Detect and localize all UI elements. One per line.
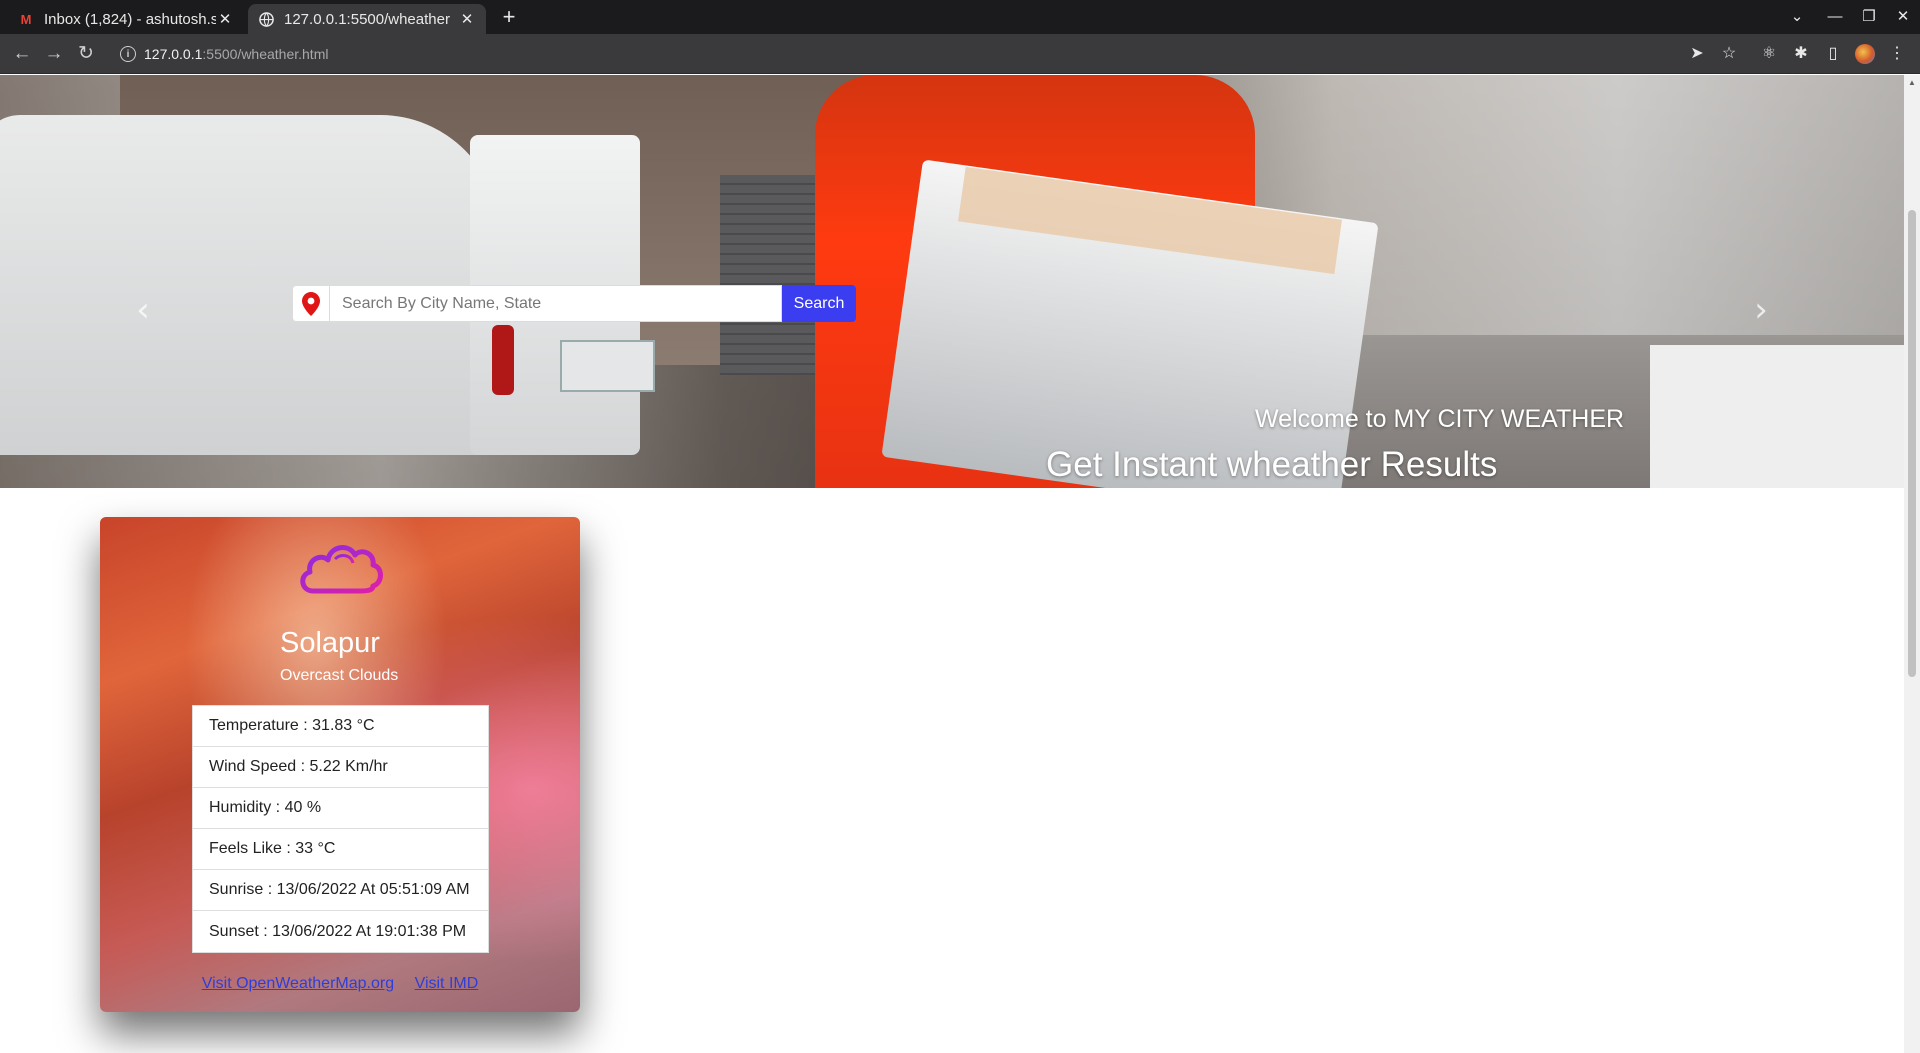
carousel-prev-icon[interactable]: ‹	[128, 290, 158, 330]
reload-icon[interactable]: ↻	[72, 40, 100, 68]
browser-tab-bar: M Inbox (1,824) - ashutosh.s ✕ 127.0.0.1…	[0, 0, 1920, 34]
forward-icon[interactable]: →	[40, 40, 68, 68]
bookmark-star-icon[interactable]: ☆	[1716, 41, 1742, 67]
tab-weather[interactable]: 127.0.0.1:5500/wheather ✕	[248, 4, 486, 34]
city-search-bar: Search	[292, 285, 856, 322]
hero-image-taillight	[492, 325, 514, 395]
menu-icon[interactable]: ⋮	[1884, 41, 1910, 67]
close-tab-icon[interactable]: ✕	[216, 10, 234, 28]
close-tab-icon[interactable]: ✕	[458, 10, 476, 28]
page-content: ‹ › Search Welcome to MY CITY WEATHER Ge…	[0, 75, 1904, 1053]
url-host: 127.0.0.1	[144, 46, 203, 62]
scroll-up-icon[interactable]: ▲	[1907, 78, 1917, 88]
react-devtools-icon[interactable]: ⚛	[1756, 41, 1782, 67]
back-icon[interactable]: ←	[8, 40, 36, 68]
extensions-icon[interactable]: ✱	[1788, 41, 1814, 67]
minimize-icon[interactable]: —	[1820, 4, 1850, 30]
carousel-next-icon[interactable]: ›	[1746, 290, 1776, 330]
gmail-icon: M	[20, 11, 32, 27]
scrollbar-thumb[interactable]	[1908, 210, 1916, 677]
card-links: Visit OpenWeatherMap.org Visit IMD	[100, 975, 580, 993]
url-path: :5500/wheather.html	[202, 46, 329, 62]
globe-icon	[258, 11, 274, 27]
restore-icon[interactable]: ❐	[1854, 4, 1884, 30]
tab-gmail[interactable]: M Inbox (1,824) - ashutosh.s ✕	[8, 4, 244, 34]
location-pin-icon	[292, 285, 330, 322]
send-icon[interactable]: ➤	[1684, 41, 1710, 67]
hero-carousel: ‹ › Search Welcome to MY CITY WEATHER Ge…	[0, 75, 1904, 488]
tab-search-icon[interactable]: ⌄	[1782, 4, 1812, 30]
address-bar[interactable]: i 127.0.0.1:5500/wheather.html	[106, 39, 1662, 69]
sunrise-row: Sunrise : 13/06/2022 At 05:51:09 AM	[193, 870, 488, 911]
openweathermap-link[interactable]: Visit OpenWeatherMap.org	[202, 975, 394, 992]
wind-speed-row: Wind Speed : 5.22 Km/hr	[193, 747, 488, 788]
hero-image-plate	[560, 340, 655, 392]
tab-title: 127.0.0.1:5500/wheather	[284, 10, 450, 28]
new-tab-button[interactable]: +	[496, 4, 522, 30]
hero-headline: Get Instant wheather Results	[1046, 445, 1498, 484]
tab-title: Inbox (1,824) - ashutosh.s	[44, 10, 216, 28]
page-scrollbar[interactable]: ▲	[1904, 75, 1920, 1053]
weather-card: Solapur Overcast Clouds Temperature : 31…	[100, 517, 580, 1012]
welcome-text: Welcome to MY CITY WEATHER	[1255, 405, 1625, 433]
hero-image-snow	[1650, 345, 1904, 488]
side-panel-icon[interactable]: ▯	[1820, 41, 1846, 67]
sunset-row: Sunset : 13/06/2022 At 19:01:38 PM	[209, 922, 467, 940]
close-window-icon[interactable]: ✕	[1888, 4, 1918, 30]
weather-description: Overcast Clouds	[280, 667, 399, 684]
profile-avatar[interactable]	[1852, 41, 1878, 67]
temperature-row: Temperature : 31.83 °C	[193, 706, 488, 747]
city-name: Solapur	[280, 627, 380, 659]
search-button[interactable]: Search	[782, 285, 856, 322]
city-search-input[interactable]	[330, 285, 782, 322]
site-info-icon[interactable]: i	[120, 46, 136, 62]
weather-details-list: Temperature : 31.83 °C Wind Speed : 5.22…	[192, 705, 489, 953]
imd-link[interactable]: Visit IMD	[415, 975, 479, 992]
cloud-icon	[295, 531, 385, 601]
humidity-row: Humidity : 40 %	[193, 788, 488, 829]
browser-toolbar: ← → ↻ i 127.0.0.1:5500/wheather.html ➤ ☆…	[0, 34, 1920, 74]
feels-like-row: Feels Like : 33 °C	[193, 829, 488, 870]
